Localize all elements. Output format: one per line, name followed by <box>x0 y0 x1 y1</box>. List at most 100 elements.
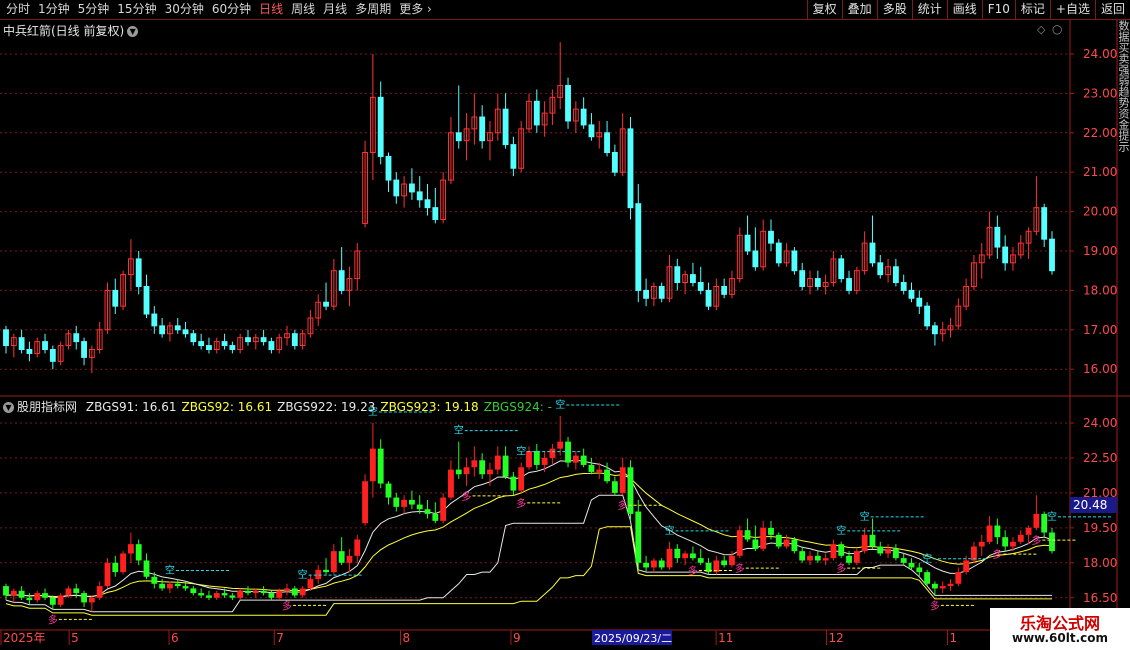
ind-candle-body <box>369 448 376 482</box>
ind-candle-body <box>330 551 337 573</box>
candle-body <box>604 132 610 154</box>
ind-candle-body <box>299 588 306 596</box>
indicator-legend[interactable]: ▼ 股朋指标网 ZBGS91: 16.61 ZBGS92: 16.61 ZBGS922… <box>3 398 557 415</box>
sell-marker: 空 <box>665 524 675 537</box>
candle-body <box>1041 207 1048 240</box>
main-axis-label: 19.00 <box>1083 244 1117 258</box>
ind-candle-body <box>791 539 798 552</box>
ind-candle-body <box>276 590 283 598</box>
ind-candle-body <box>736 530 743 556</box>
ind-candle-body <box>752 539 759 549</box>
candle-body <box>791 250 798 272</box>
ind-candle-body <box>393 497 400 507</box>
ind-candle-body <box>916 567 923 573</box>
ind-candle-body <box>604 469 610 482</box>
candle-body <box>112 289 119 307</box>
ind-candle-body <box>424 509 431 514</box>
legend-item-3: ZBGS923: 19.18 <box>380 400 479 414</box>
candle-body <box>924 305 931 327</box>
candle-body <box>846 278 852 291</box>
candle-body <box>721 285 728 295</box>
buy-marker: 多 <box>836 562 846 575</box>
sell-marker: 空 <box>165 563 175 576</box>
buy-marker: 多 <box>48 613 58 626</box>
ind-candle-body <box>362 481 368 524</box>
ind-candle-body <box>49 597 56 605</box>
candle-body <box>291 333 298 347</box>
ind-candle-body <box>931 583 938 589</box>
candle-body <box>377 96 384 157</box>
sell-marker: 空 <box>298 568 308 581</box>
ind-candle-body <box>213 593 220 598</box>
date-label: 9 <box>513 631 521 645</box>
candle-body <box>143 285 150 315</box>
ind-candle-body <box>557 441 564 449</box>
candle-body <box>268 341 275 350</box>
candle-body <box>775 242 782 264</box>
ind-candle-body <box>908 562 915 568</box>
ind-candle-body <box>455 469 462 475</box>
candle-body <box>635 203 642 291</box>
candle-body <box>3 329 9 347</box>
ind-candle-body <box>549 448 556 458</box>
candle-body <box>26 349 33 354</box>
ind-candle-body <box>822 558 829 561</box>
candle-body <box>658 285 665 299</box>
ind-candle-body <box>877 546 884 554</box>
ind-candle-body <box>440 497 447 521</box>
candle-body <box>705 289 712 307</box>
legend-item-1: ZBGS92: 16.61 <box>181 400 273 414</box>
candle-body <box>565 85 571 122</box>
ind-candle-body <box>885 548 891 554</box>
buy-marker: 多 <box>516 497 526 510</box>
ind-candle-body <box>408 499 415 505</box>
ind-candle-body <box>268 593 275 598</box>
candle-body <box>198 341 205 347</box>
candle-body <box>1049 238 1055 272</box>
ind-candle-body <box>182 586 189 589</box>
date-label: 7 <box>276 631 284 645</box>
chevron-down-icon[interactable]: ▼ <box>3 402 14 413</box>
candle-body <box>533 100 540 126</box>
ind-candle-body <box>1017 534 1024 542</box>
ind-candle-body <box>658 560 665 568</box>
ind-candle-body <box>26 597 33 601</box>
candle-body <box>838 258 845 280</box>
ind-candle-body <box>690 553 696 559</box>
ind-candle-body <box>1033 513 1040 528</box>
ind-candle-body <box>57 595 64 605</box>
sell-marker: 空 <box>860 510 870 523</box>
ind-candle-body <box>650 560 657 568</box>
candle-body <box>81 341 87 358</box>
chart-area[interactable]: 空空空空空空空 空空空空多多多多 多多多多多多多 24.0023.0022.0021… <box>0 0 1130 650</box>
candle-body <box>588 124 595 138</box>
ind-candle-body <box>167 583 173 589</box>
ind-candle-body <box>846 555 852 563</box>
candle-body <box>49 349 56 362</box>
main-axis-label: 16.00 <box>1083 362 1117 376</box>
ind-axis-label: 18.00 <box>1083 556 1117 570</box>
date-label: 2025年 <box>3 631 46 645</box>
ind-candle-body <box>151 576 158 584</box>
candle-body <box>432 207 439 220</box>
candle-body <box>206 345 212 350</box>
candle-body <box>73 333 80 343</box>
ind-axis-label: 19.50 <box>1083 521 1117 535</box>
ind-candle-body <box>88 597 95 603</box>
candle-body <box>42 341 48 350</box>
sell-marker: 空 <box>1047 510 1057 523</box>
candle-body <box>159 325 166 335</box>
candle-body <box>674 266 681 284</box>
candle-body <box>424 199 431 209</box>
ind-candle-body <box>994 525 1001 538</box>
candle-body <box>814 278 821 287</box>
ind-candle-body <box>354 539 361 556</box>
ind-candle-body <box>198 593 205 596</box>
date-label: 6 <box>171 631 179 645</box>
ind-candle-body <box>674 548 681 559</box>
ind-candle-body <box>572 455 579 463</box>
side-strip: 数据买卖强弱趋势资金提示 <box>1117 20 1130 152</box>
ind-candle-body <box>81 593 87 603</box>
ind-candle-body <box>565 441 571 463</box>
main-axis-label: 21.00 <box>1083 165 1117 179</box>
